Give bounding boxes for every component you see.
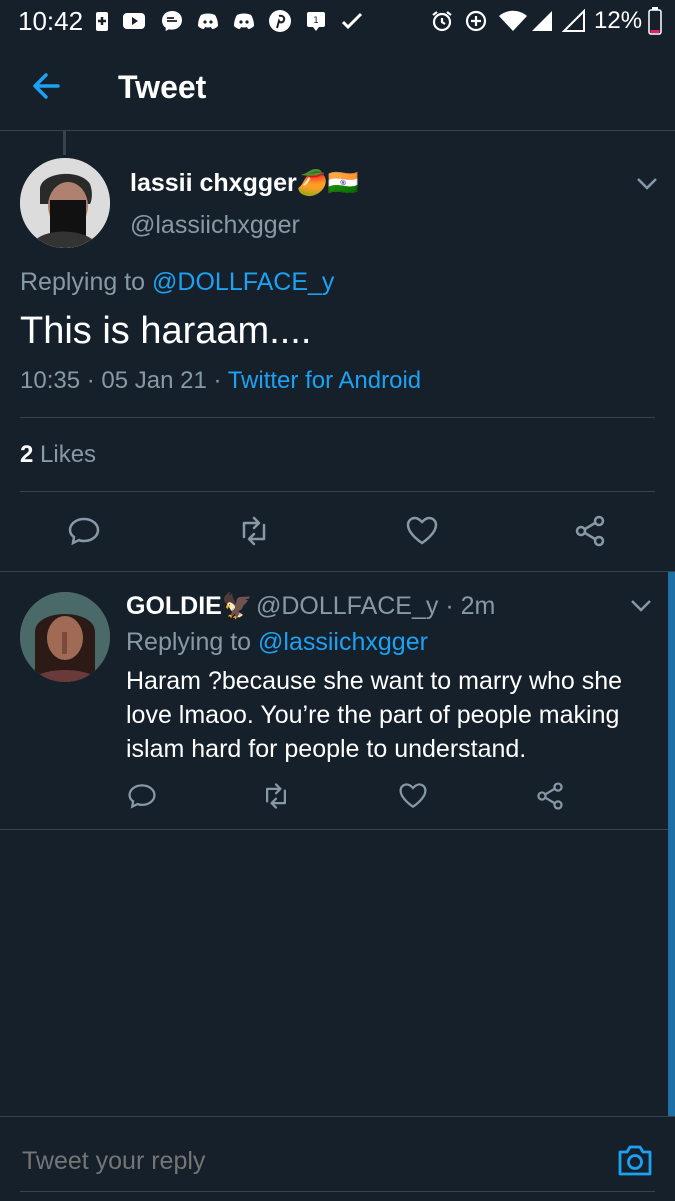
svg-text:1: 1 [313, 16, 319, 26]
battery-saver-icon [96, 12, 108, 31]
user-handle[interactable]: @lassiichxgger [130, 211, 300, 240]
reply-icon[interactable] [126, 780, 158, 812]
avatar[interactable] [20, 592, 110, 682]
discord-icon [198, 13, 218, 29]
name-emoji: 🥭🇮🇳 [296, 169, 360, 197]
divider [0, 829, 668, 830]
replying-to-handle[interactable]: @DOLLFACE_y [152, 268, 334, 296]
tweet-text: Haram ?because she want to marry who she… [126, 667, 623, 763]
wifi-icon [499, 10, 527, 31]
heart-icon[interactable] [397, 780, 429, 812]
youtube-icon [123, 13, 145, 29]
input-underline [20, 1191, 655, 1192]
avatar[interactable] [20, 158, 110, 248]
pinterest-icon [269, 10, 291, 32]
heart-icon[interactable] [404, 513, 440, 549]
replying-to: Replying to @lassiichxgger [126, 628, 428, 657]
likes-number: 2 [20, 441, 34, 468]
reply-handle-row: @DOLLFACE_y · 2m [256, 592, 495, 621]
divider [20, 417, 655, 418]
camera-icon[interactable] [616, 1141, 654, 1179]
replying-to: Replying to @DOLLFACE_y [20, 268, 334, 297]
tweet-time: 10:35 [20, 367, 81, 394]
back-arrow-icon[interactable] [28, 66, 68, 106]
retweet-icon[interactable] [260, 780, 292, 812]
chevron-down-icon[interactable] [636, 176, 658, 192]
tweet-source[interactable]: Twitter for Android [228, 367, 421, 394]
discord-icon [234, 13, 254, 29]
signal-icon [562, 9, 585, 32]
messenger-icon [162, 11, 182, 31]
display-name[interactable]: lassii chxgger [130, 169, 297, 197]
data-saver-icon [465, 10, 487, 32]
likes-count[interactable]: 2 Likes [20, 441, 96, 469]
thread-connector-line [63, 131, 66, 155]
share-icon[interactable] [534, 780, 566, 812]
replying-to-handle[interactable]: @lassiichxgger [258, 628, 428, 656]
avatar-photo [20, 158, 110, 248]
share-icon[interactable] [572, 513, 608, 549]
likes-label: Likes [40, 441, 97, 468]
battery-percentage: 12% [594, 7, 643, 34]
reply-input[interactable] [20, 1146, 346, 1177]
reply-icon[interactable] [66, 513, 102, 549]
app-bar: Tweet [0, 44, 675, 131]
tweet-meta: 10:35 · 05 Jan 21 · Twitter for Android [20, 367, 422, 394]
replying-prefix: Replying to [126, 628, 252, 656]
status-bar: 10:42 1 12% [0, 0, 675, 44]
signal-icon [532, 11, 552, 31]
page-title: Tweet [118, 69, 207, 105]
name-emoji: 🦅 [221, 592, 253, 620]
user-handle[interactable]: @DOLLFACE_y [256, 592, 438, 620]
tweet-age: · 2m [445, 592, 496, 620]
chevron-down-icon[interactable] [630, 598, 652, 614]
avatar-photo [20, 592, 110, 682]
display-name-row: lassii chxgger🥭🇮🇳 [130, 169, 359, 198]
divider [20, 491, 655, 492]
tweet-date: 05 Jan 21 [101, 367, 207, 394]
alarm-icon [432, 11, 452, 32]
reply-composer [0, 1116, 675, 1201]
display-name-row: GOLDIE🦅 [126, 592, 253, 621]
scrollbar[interactable] [668, 572, 675, 1116]
display-name[interactable]: GOLDIE [126, 592, 222, 620]
notification-icon: 1 [307, 12, 325, 31]
status-time: 10:42 [18, 6, 84, 36]
retweet-icon[interactable] [236, 513, 272, 549]
replying-prefix: Replying to [20, 268, 146, 296]
tweet-text: This is haraam.... [20, 310, 312, 352]
battery-icon [648, 7, 662, 35]
check-icon [341, 12, 363, 30]
